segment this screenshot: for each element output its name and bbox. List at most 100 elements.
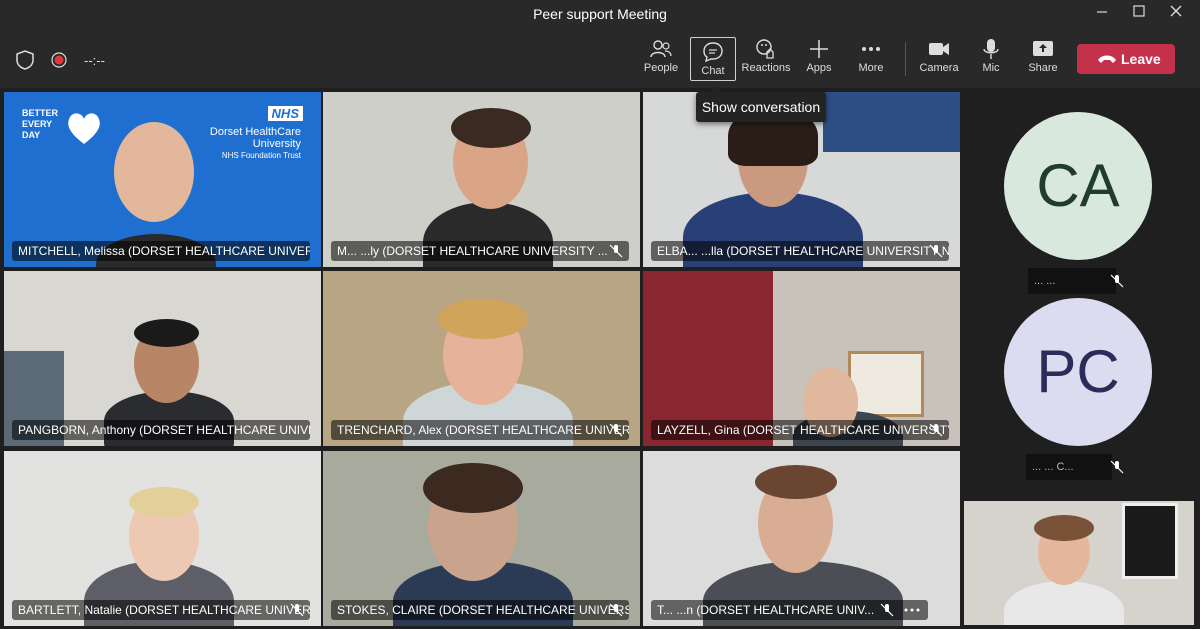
mic-off-icon xyxy=(609,603,623,617)
participant-name: ... ... C... xyxy=(1026,454,1112,480)
trust-name: Dorset HealthCare University NHS Foundat… xyxy=(210,126,301,162)
camera-label: Camera xyxy=(919,62,959,74)
meeting-toolbar: --:-- People Chat Reactions Apps More Ca… xyxy=(0,28,1200,88)
avatar[interactable]: CA xyxy=(1004,112,1152,260)
apps-label: Apps xyxy=(806,62,832,74)
participant-name: M... ...ly (DORSET HEALTHCARE UNIVERSITY… xyxy=(331,241,629,261)
hang-up-icon xyxy=(1098,55,1116,63)
mic-off-icon xyxy=(609,423,623,437)
participant-face xyxy=(114,122,194,222)
minimize-icon[interactable] xyxy=(1092,4,1112,24)
participant-hair xyxy=(1034,515,1094,541)
maximize-icon[interactable] xyxy=(1129,4,1149,24)
participant-name-text: MITCHELL, Melissa (DORSET HEALTHCARE UNI… xyxy=(18,244,310,258)
participant-name: TRENCHARD, Alex (DORSET HEALTHCARE UNIVE… xyxy=(331,420,629,440)
camera-icon xyxy=(929,43,949,55)
participant-name-text: TRENCHARD, Alex (DORSET HEALTHCARE UNIVE… xyxy=(337,423,629,437)
reactions-label: Reactions xyxy=(741,62,791,74)
nhs-logo: NHS xyxy=(267,106,303,121)
mic-off-icon xyxy=(1110,460,1124,474)
video-tile[interactable]: TRENCHARD, Alex (DORSET HEALTHCARE UNIVE… xyxy=(323,271,640,446)
video-tile[interactable]: T... ...n (DORSET HEALTHCARE UNIV... xyxy=(643,451,960,626)
video-tile[interactable]: M... ...ly (DORSET HEALTHCARE UNIVERSITY… xyxy=(323,92,640,267)
participant-hair xyxy=(129,487,199,517)
participant-name-text: STOKES, CLAIRE (DORSET HEALTHCARE UNIVER… xyxy=(337,603,629,617)
participant-hair xyxy=(134,319,199,347)
toolbar-divider xyxy=(905,42,906,76)
mic-off-icon xyxy=(290,603,304,617)
participant-hair xyxy=(438,299,528,339)
share-icon xyxy=(1033,41,1053,56)
notice-board xyxy=(848,351,924,417)
more-label: More xyxy=(858,62,884,74)
meeting-timer: --:-- xyxy=(84,53,105,68)
show-conversation-tooltip: Show conversation xyxy=(696,86,826,122)
share-label: Share xyxy=(1028,62,1058,74)
video-tile[interactable]: LAYZELL, Gina (DORSET HEALTHCARE UNIVERS… xyxy=(643,271,960,446)
people-label: People xyxy=(643,62,679,74)
leave-label: Leave xyxy=(1121,51,1161,67)
trust-line-2: University xyxy=(252,138,301,150)
camera-button[interactable]: Camera xyxy=(914,32,964,82)
trust-line-1: Dorset HealthCare xyxy=(209,126,301,138)
mic-off-icon xyxy=(929,423,943,437)
avatar-initials: CA xyxy=(1036,152,1120,219)
shield-icon[interactable] xyxy=(15,50,35,75)
participant-name: LAYZELL, Gina (DORSET HEALTHCARE UNIVERS… xyxy=(651,420,949,440)
wall-frame xyxy=(1122,503,1178,579)
close-icon[interactable] xyxy=(1166,4,1186,24)
participant-name-text: BARTLETT, Natalie (DORSET HEALTHCARE UNI… xyxy=(18,603,310,617)
video-tile[interactable]: BARTLETT, Natalie (DORSET HEALTHCARE UNI… xyxy=(4,451,321,626)
participant-name-text: ... ... xyxy=(1034,275,1056,287)
share-button[interactable]: Share xyxy=(1018,32,1068,82)
avatar[interactable]: PC xyxy=(1004,298,1152,446)
chat-label: Chat xyxy=(701,65,725,77)
participant-name: MITCHELL, Melissa (DORSET HEALTHCARE UNI… xyxy=(12,241,310,261)
plus-icon xyxy=(810,40,828,58)
leave-button[interactable]: Leave xyxy=(1077,44,1175,74)
self-view[interactable] xyxy=(964,501,1194,625)
participant-hair xyxy=(451,108,531,148)
title-bar: Peer support Meeting xyxy=(0,0,1200,28)
participant-body xyxy=(1004,581,1124,625)
participant-name-text: T... ...n (DORSET HEALTHCARE UNIV... xyxy=(657,603,875,617)
video-tile[interactable]: STOKES, CLAIRE (DORSET HEALTHCARE UNIVER… xyxy=(323,451,640,626)
mic-off-icon xyxy=(929,244,943,258)
people-button[interactable]: People xyxy=(636,32,686,82)
participant-name: ELBA... ...lla (DORSET HEALTHCARE UNIVER… xyxy=(651,241,949,261)
trust-line-3: NHS Foundation Trust xyxy=(221,151,301,160)
heart-icon xyxy=(64,108,104,148)
chat-icon xyxy=(703,42,723,63)
mic-off-icon xyxy=(1110,274,1124,288)
mic-button[interactable]: Mic xyxy=(966,32,1016,82)
video-tile[interactable]: BETTER EVERY DAY NHS Dorset HealthCare U… xyxy=(4,92,321,267)
reactions-button[interactable]: Reactions xyxy=(740,32,792,82)
chat-button[interactable]: Chat xyxy=(690,37,736,81)
participant-name-text: PANGBORN, Anthony (DORSET HEALTHCARE UNI… xyxy=(18,423,310,437)
participant-name: PANGBORN, Anthony (DORSET HEALTHCARE UNI… xyxy=(12,420,310,440)
reactions-icon xyxy=(756,39,774,59)
participant-name-text: ELBA... ...lla (DORSET HEALTHCARE UNIVER… xyxy=(657,244,949,258)
participant-name-text: LAYZELL, Gina (DORSET HEALTHCARE UNIVERS… xyxy=(657,423,949,437)
meeting-title: Peer support Meeting xyxy=(533,6,667,22)
participant-name-text: ... ... C... xyxy=(1032,461,1074,473)
apps-button[interactable]: Apps xyxy=(794,32,844,82)
better-every-day-logo: BETTER EVERY DAY xyxy=(22,108,58,140)
participant-hair xyxy=(755,465,837,499)
mic-icon xyxy=(983,39,999,59)
shelf xyxy=(823,92,960,152)
more-icon xyxy=(862,47,880,51)
people-icon xyxy=(650,40,672,58)
mic-label: Mic xyxy=(982,62,1000,74)
video-tile[interactable]: PANGBORN, Anthony (DORSET HEALTHCARE UNI… xyxy=(4,271,321,446)
mic-off-icon xyxy=(880,603,894,617)
participant-name: T... ...n (DORSET HEALTHCARE UNIV... xyxy=(651,600,929,620)
more-options-icon[interactable] xyxy=(904,608,920,612)
recording-icon xyxy=(50,51,68,74)
avatar-initials: PC xyxy=(1036,338,1120,405)
participant-name: ... ... xyxy=(1028,268,1116,294)
more-button[interactable]: More xyxy=(846,32,896,82)
mic-off-icon xyxy=(609,244,623,258)
participant-name: STOKES, CLAIRE (DORSET HEALTHCARE UNIVER… xyxy=(331,600,629,620)
participant-name-text: M... ...ly (DORSET HEALTHCARE UNIVERSITY… xyxy=(337,244,608,258)
